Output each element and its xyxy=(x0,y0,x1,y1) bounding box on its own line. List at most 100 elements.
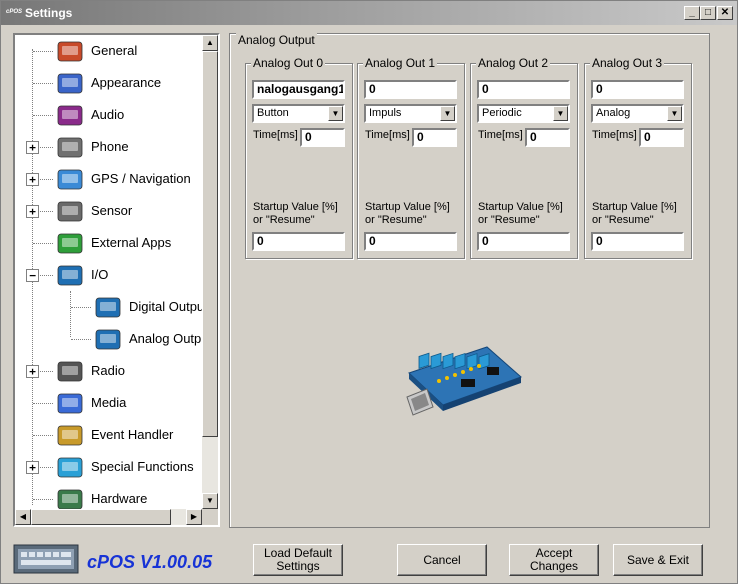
sidebar-item-sensor[interactable]: + Sensor xyxy=(15,197,205,225)
maximize-button[interactable]: □ xyxy=(700,6,716,20)
analog-out-title: Analog Out 3 xyxy=(590,56,665,70)
sidebar-item-digital-outpu[interactable]: Digital Outpu xyxy=(15,293,205,321)
analog-out-mode-value: Button xyxy=(257,107,289,119)
tree-vertical-scrollbar[interactable]: ▲ ▼ xyxy=(202,35,218,509)
analog-out-mode-select[interactable]: Analog ▼ xyxy=(591,104,684,123)
tree-connector xyxy=(33,83,53,84)
sidebar-item-appearance[interactable]: Appearance xyxy=(15,69,205,97)
startup-label-line1: Startup Value [%] xyxy=(478,201,563,213)
sidebar-item-general[interactable]: General xyxy=(15,37,205,65)
tree-connector xyxy=(33,243,53,244)
scroll-corner xyxy=(202,509,218,525)
sidebar-item-radio[interactable]: + Radio xyxy=(15,357,205,385)
save-exit-button[interactable]: Save & Exit xyxy=(613,544,703,576)
load-default-label-line2: Settings xyxy=(276,559,320,573)
sidebar-item-label: Special Functions xyxy=(91,459,194,474)
startup-label-line2: or "Resume" xyxy=(592,214,654,226)
special-icon xyxy=(55,453,85,481)
io-board-image xyxy=(406,346,522,416)
analog-out-startup-field[interactable]: 0 xyxy=(591,232,684,251)
analog-out-mode-value: Impuls xyxy=(369,107,402,119)
expand-icon[interactable]: + xyxy=(26,461,39,474)
radio-icon xyxy=(55,357,85,385)
scroll-right-icon[interactable]: ▶ xyxy=(186,509,202,525)
analog-out-mode-select[interactable]: Button ▼ xyxy=(252,104,345,123)
analog-output-title: Analog Output xyxy=(236,33,317,47)
sidebar-item-label: Audio xyxy=(91,107,125,122)
scroll-left-icon[interactable]: ◀ xyxy=(15,509,31,525)
sidebar-item-phone[interactable]: + Phone xyxy=(15,133,205,161)
expand-icon[interactable]: + xyxy=(26,365,39,378)
cpos-logo-icon xyxy=(13,544,79,574)
time-label: Time[ms] xyxy=(478,129,523,141)
satellite-icon xyxy=(55,165,85,193)
tree-connector xyxy=(71,339,91,340)
expand-icon[interactable]: + xyxy=(26,141,39,154)
expand-icon[interactable]: + xyxy=(26,173,39,186)
analog-out-startup-field[interactable]: 0 xyxy=(252,232,345,251)
analog-out-name-field[interactable]: 0 xyxy=(477,80,570,99)
app-version-label: cPOS V1.00.05 xyxy=(87,552,213,572)
analog-out-time-field[interactable]: 0 xyxy=(525,128,570,147)
title-bar[interactable]: cPOS Settings _ □ ✕ xyxy=(1,1,737,25)
scroll-thumb[interactable] xyxy=(202,51,218,437)
analog-out-title: Analog Out 0 xyxy=(251,56,326,70)
analog-out-mode-select[interactable]: Impuls ▼ xyxy=(364,104,457,123)
sidebar-item-label: General xyxy=(91,43,138,58)
expand-icon[interactable]: + xyxy=(26,205,39,218)
sidebar-item-label: Phone xyxy=(91,139,129,154)
event-icon xyxy=(55,421,85,449)
settings-tree[interactable]: General Appearance Audio + Phone + GPS / Navig… xyxy=(13,33,220,527)
analog-out-startup-field[interactable]: 0 xyxy=(364,232,457,251)
chevron-down-icon[interactable]: ▼ xyxy=(328,106,343,121)
analog-out-title: Analog Out 2 xyxy=(476,56,551,70)
sidebar-item-label: Analog Outpu xyxy=(129,331,209,346)
settings-window: cPOS Settings _ □ ✕ General Appearance Aud… xyxy=(0,0,738,584)
sidebar-item-i-o[interactable]: − I/O xyxy=(15,261,205,289)
sidebar-item-analog-outpu[interactable]: Analog Outpu xyxy=(15,325,209,353)
minimize-button[interactable]: _ xyxy=(684,6,700,20)
analog-out-name-field[interactable]: nalogausgang1 xyxy=(252,80,345,99)
scroll-thumb-horizontal[interactable] xyxy=(31,509,171,525)
sidebar-item-label: Radio xyxy=(91,363,125,378)
analog-out-startup-field[interactable]: 0 xyxy=(477,232,570,251)
sidebar-item-media[interactable]: Media xyxy=(15,389,205,417)
collapse-icon[interactable]: − xyxy=(26,269,39,282)
chip-icon xyxy=(55,197,85,225)
analog-out-mode-value: Periodic xyxy=(482,107,522,119)
time-label: Time[ms] xyxy=(253,129,298,141)
cancel-button[interactable]: Cancel xyxy=(397,544,487,576)
analog-out-time-field[interactable]: 0 xyxy=(412,128,457,147)
analog-out-name-field[interactable]: 0 xyxy=(364,80,457,99)
tree-horizontal-scrollbar[interactable]: ◀ ▶ xyxy=(15,509,202,525)
windows-icon xyxy=(55,229,85,257)
chevron-down-icon[interactable]: ▼ xyxy=(667,106,682,121)
sidebar-item-special-functions[interactable]: + Special Functions xyxy=(15,453,205,481)
chevron-down-icon[interactable]: ▼ xyxy=(440,106,455,121)
startup-label-line2: or "Resume" xyxy=(365,214,427,226)
tree-connector xyxy=(33,435,53,436)
sidebar-item-audio[interactable]: Audio xyxy=(15,101,205,129)
startup-label-line1: Startup Value [%] xyxy=(253,201,338,213)
analog-out-mode-value: Analog xyxy=(596,107,631,119)
tree-connector xyxy=(71,307,91,308)
sidebar-item-gps-navigation[interactable]: + GPS / Navigation xyxy=(15,165,205,193)
analog-out-time-field[interactable]: 0 xyxy=(300,128,345,147)
scroll-up-icon[interactable]: ▲ xyxy=(202,35,218,51)
accept-changes-button[interactable]: Accept Changes xyxy=(509,544,599,576)
sidebar-item-label: Hardware xyxy=(91,491,148,506)
close-button[interactable]: ✕ xyxy=(717,6,733,20)
io-board-icon xyxy=(93,325,123,353)
load-default-settings-button[interactable]: Load Default Settings xyxy=(253,544,343,576)
analog-out-title: Analog Out 1 xyxy=(363,56,438,70)
sidebar-item-event-handler[interactable]: Event Handler xyxy=(15,421,205,449)
startup-label-line2: or "Resume" xyxy=(478,214,540,226)
analog-out-time-field[interactable]: 0 xyxy=(639,128,684,147)
sidebar-item-label: Event Handler xyxy=(91,427,174,442)
analog-out-name-field[interactable]: 0 xyxy=(591,80,684,99)
chevron-down-icon[interactable]: ▼ xyxy=(553,106,568,121)
scroll-down-icon[interactable]: ▼ xyxy=(202,493,218,509)
analog-out-mode-select[interactable]: Periodic ▼ xyxy=(477,104,570,123)
sidebar-item-external-apps[interactable]: External Apps xyxy=(15,229,205,257)
window-title: Settings xyxy=(25,6,73,20)
